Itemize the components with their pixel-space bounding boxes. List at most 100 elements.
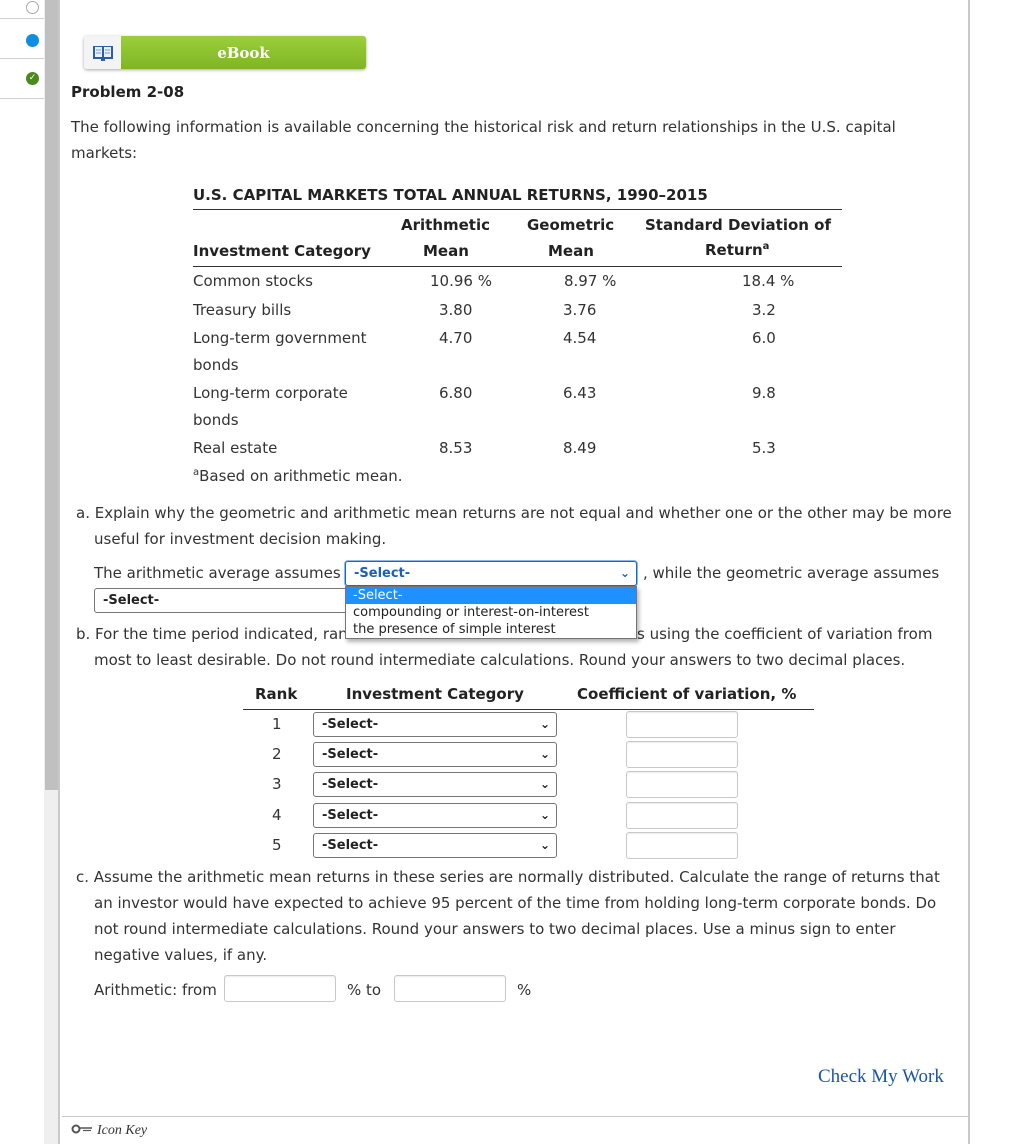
table-footnote: aBased on arithmetic mean. bbox=[193, 467, 403, 485]
chevron-down-icon: ⌄ bbox=[539, 717, 550, 731]
dropdown-option[interactable]: the presence of simple interest bbox=[346, 621, 636, 638]
header-sd-top: Standard Deviation of bbox=[645, 216, 832, 234]
chevron-down-icon: ⌄ bbox=[539, 777, 550, 791]
ranking-header-rule bbox=[243, 709, 814, 710]
row-arith-mean: 10.96 % bbox=[430, 272, 492, 290]
row-geo-mean: 3.76 bbox=[563, 301, 597, 319]
header-sd-bottom: Returna bbox=[705, 241, 770, 259]
problem-title: Problem 2-08 bbox=[71, 83, 185, 101]
row-geo-mean: 6.43 bbox=[563, 384, 597, 402]
row-std-dev: 9.8 bbox=[752, 384, 776, 402]
rank-number: 5 bbox=[272, 836, 282, 854]
row-category: Real estate bbox=[193, 439, 278, 457]
part-c-question-line3: not round intermediate calculations. Rou… bbox=[94, 920, 896, 938]
nav-item-2[interactable] bbox=[0, 20, 44, 59]
row-arith-mean: 3.80 bbox=[439, 301, 473, 319]
check-my-work-link[interactable]: Check My Work bbox=[818, 1066, 944, 1088]
select-value: -Select- bbox=[354, 566, 411, 581]
header-coefficient-of-variation: Coefficient of variation, % bbox=[577, 685, 797, 703]
nav-item-3[interactable]: ✓ bbox=[0, 60, 44, 99]
percent-label: % bbox=[517, 981, 532, 999]
rank-2-cv-input[interactable] bbox=[626, 741, 738, 768]
table-title: U.S. CAPITAL MARKETS TOTAL ANNUAL RETURN… bbox=[193, 186, 708, 204]
rank-1-category-select[interactable]: -Select- ⌄ bbox=[313, 712, 557, 737]
rank-number: 4 bbox=[272, 806, 282, 824]
select-value: -Select- bbox=[322, 808, 379, 823]
header-rank: Rank bbox=[255, 685, 298, 703]
chevron-down-icon: ⌄ bbox=[539, 808, 550, 822]
table-top-rule bbox=[193, 209, 842, 210]
rank-5-category-select[interactable]: -Select- ⌄ bbox=[313, 833, 557, 858]
range-to-label: % to bbox=[347, 981, 382, 999]
rank-number: 2 bbox=[272, 745, 282, 763]
rank-3-category-select[interactable]: -Select- ⌄ bbox=[313, 772, 557, 797]
header-arith-bottom: Mean bbox=[423, 242, 469, 260]
key-icon bbox=[71, 1123, 93, 1139]
rank-4-category-select[interactable]: -Select- ⌄ bbox=[313, 803, 557, 828]
rank-2-category-select[interactable]: -Select- ⌄ bbox=[313, 742, 557, 767]
range-to-input[interactable] bbox=[394, 975, 506, 1002]
row-category: Long-term government bbox=[193, 329, 367, 347]
rank-5-cv-input[interactable] bbox=[626, 832, 738, 859]
row-arith-mean: 4.70 bbox=[439, 329, 473, 347]
current-status-icon bbox=[26, 34, 39, 47]
row-category: Treasury bills bbox=[193, 301, 292, 319]
dropdown-option[interactable]: compounding or interest-on-interest bbox=[346, 604, 636, 621]
row-geo-mean: 4.54 bbox=[563, 329, 597, 347]
unanswered-status-icon bbox=[26, 1, 39, 14]
row-arith-mean: 6.80 bbox=[439, 384, 473, 402]
rank-number: 3 bbox=[272, 775, 282, 793]
problem-intro: The following information is available c… bbox=[71, 118, 896, 162]
header-investment-category: Investment Category bbox=[346, 685, 524, 703]
row-category: Common stocks bbox=[193, 272, 313, 290]
chevron-down-icon: ⌄ bbox=[539, 838, 550, 852]
icon-key-link[interactable]: Icon Key bbox=[71, 1123, 147, 1139]
completed-check-icon: ✓ bbox=[26, 72, 39, 85]
header-geo-top: Geometric bbox=[527, 216, 615, 234]
row-category-cont: bonds bbox=[193, 411, 239, 429]
chevron-down-icon: ⌄ bbox=[619, 566, 630, 580]
scrollbar-thumb[interactable] bbox=[45, 0, 58, 790]
part-b-question-line1-left: b. For the time period indicated, ran bbox=[76, 625, 348, 643]
open-book-icon bbox=[84, 36, 121, 69]
range-from-input[interactable] bbox=[224, 975, 336, 1002]
part-c-question-line2: an investor would have expected to achie… bbox=[94, 894, 937, 912]
header-geo-bottom: Mean bbox=[548, 242, 594, 260]
arithmetic-assumption-dropdown-list[interactable]: -Select- compounding or interest-on-inte… bbox=[345, 586, 637, 639]
row-category-cont: bonds bbox=[193, 356, 239, 374]
part-a-question-line2: useful for investment decision making. bbox=[94, 530, 387, 548]
row-category: Long-term corporate bbox=[193, 384, 348, 402]
nav-item-1[interactable] bbox=[0, 0, 44, 19]
row-std-dev: 6.0 bbox=[752, 329, 776, 347]
header-arith-top: Arithmetic bbox=[401, 216, 491, 234]
part-a-question-line1: a. Explain why the geometric and arithme… bbox=[76, 504, 952, 522]
part-a-sentence-mid: , while the geometric average assumes bbox=[643, 564, 940, 582]
table-header-rule bbox=[193, 266, 842, 267]
select-value: -Select- bbox=[322, 777, 379, 792]
select-value: -Select- bbox=[103, 593, 160, 608]
part-a-sentence-start: The arithmetic average assumes bbox=[94, 564, 341, 582]
row-geo-mean: 8.97 % bbox=[564, 272, 617, 290]
select-value: -Select- bbox=[322, 747, 379, 762]
part-c-question-line4: negative values, if any. bbox=[94, 946, 268, 964]
row-std-dev: 3.2 bbox=[752, 301, 776, 319]
rank-3-cv-input[interactable] bbox=[626, 771, 738, 798]
ebook-button[interactable]: eBook bbox=[84, 36, 366, 69]
arithmetic-from-label: Arithmetic: from bbox=[94, 981, 217, 999]
row-std-dev: 5.3 bbox=[752, 439, 776, 457]
select-value: -Select- bbox=[322, 717, 379, 732]
arithmetic-assumption-select[interactable]: -Select- ⌄ bbox=[345, 561, 637, 586]
row-arith-mean: 8.53 bbox=[439, 439, 473, 457]
rank-number: 1 bbox=[272, 715, 282, 733]
dropdown-option[interactable]: -Select- bbox=[346, 587, 636, 604]
rank-4-cv-input[interactable] bbox=[626, 802, 738, 829]
part-b-question-line2: most to least desirable. Do not round in… bbox=[94, 651, 906, 669]
footer-divider bbox=[62, 1116, 968, 1117]
icon-key-label: Icon Key bbox=[97, 1123, 148, 1138]
question-nav: ✓ bbox=[0, 0, 44, 1144]
row-geo-mean: 8.49 bbox=[563, 439, 597, 457]
select-value: -Select- bbox=[322, 838, 379, 853]
row-std-dev: 18.4 % bbox=[742, 272, 795, 290]
part-b-question-line1-right: s using the coefficient of variation fro… bbox=[637, 625, 933, 643]
rank-1-cv-input[interactable] bbox=[626, 711, 738, 738]
